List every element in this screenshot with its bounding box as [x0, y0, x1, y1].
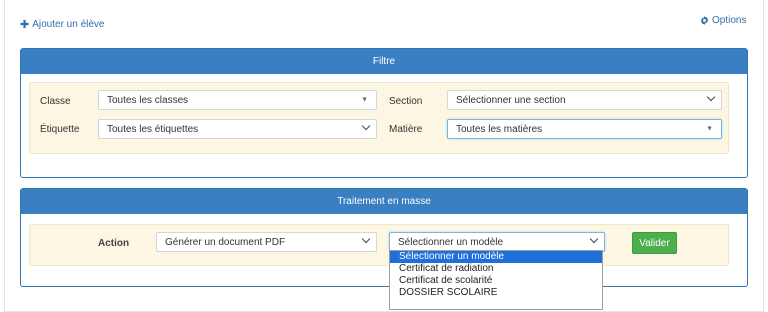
- model-dropdown-list: Sélectionner un modèle Certificat de rad…: [389, 250, 603, 310]
- classe-select-value: Toutes les classes: [107, 94, 189, 106]
- model-select[interactable]: Sélectionner un modèle: [389, 232, 605, 252]
- matiere-select-value: Toutes les matières: [456, 123, 543, 135]
- gear-icon: [700, 16, 709, 25]
- section-label: Section: [389, 96, 423, 107]
- dropdown-option[interactable]: Certificat de scolarité: [390, 275, 602, 287]
- mass-panel-title: Traitement en masse: [337, 196, 431, 207]
- section-select[interactable]: Sélectionner une section: [447, 90, 722, 110]
- etiquette-select-value: Toutes les étiquettes: [107, 123, 199, 135]
- dropdown-option[interactable]: Certificat de radiation: [390, 263, 602, 275]
- dropdown-option[interactable]: DOSSIER SCOLAIRE: [390, 287, 602, 299]
- filter-panel-body: Classe Toutes les classes ▼ Section Séle…: [29, 82, 729, 154]
- mass-panel-header: Traitement en masse: [21, 189, 747, 214]
- chevron-down-icon: [706, 92, 716, 102]
- caret-down-icon: ▼: [706, 125, 713, 133]
- matiere-select[interactable]: Toutes les matières ▼: [447, 119, 722, 139]
- action-select[interactable]: Générer un document PDF: [156, 232, 377, 252]
- action-label: Action: [98, 238, 130, 249]
- options-label: Options: [712, 15, 747, 26]
- add-student-label: Ajouter un élève: [32, 19, 105, 30]
- section-select-value: Sélectionner une section: [456, 94, 566, 106]
- mass-processing-panel: Traitement en masse Action Générer un do…: [20, 188, 748, 287]
- chevron-down-icon: [361, 121, 371, 131]
- filter-panel: Filtre Classe Toutes les classes ▼ Secti…: [20, 48, 748, 178]
- model-select-value: Sélectionner un modèle: [398, 236, 504, 248]
- add-student-link[interactable]: ✚ Ajouter un élève: [20, 19, 105, 30]
- caret-down-icon: ▼: [361, 96, 368, 104]
- classe-label: Classe: [40, 96, 71, 107]
- chevron-down-icon: [361, 234, 371, 244]
- action-select-value: Générer un document PDF: [165, 236, 286, 248]
- options-link[interactable]: Options: [700, 15, 746, 26]
- etiquette-label: Étiquette: [40, 124, 80, 135]
- validate-button[interactable]: Valider: [632, 232, 677, 254]
- etiquette-select[interactable]: Toutes les étiquettes: [98, 119, 377, 139]
- classe-select[interactable]: Toutes les classes ▼: [98, 90, 377, 110]
- dropdown-option[interactable]: Sélectionner un modèle: [390, 251, 602, 263]
- filter-panel-header: Filtre: [21, 49, 747, 74]
- chevron-down-icon: [589, 234, 599, 244]
- mass-panel-body: Action Générer un document PDF Sélection…: [29, 224, 729, 266]
- matiere-label: Matière: [389, 124, 423, 135]
- plus-icon: ✚: [20, 18, 30, 31]
- filter-panel-title: Filtre: [372, 56, 396, 67]
